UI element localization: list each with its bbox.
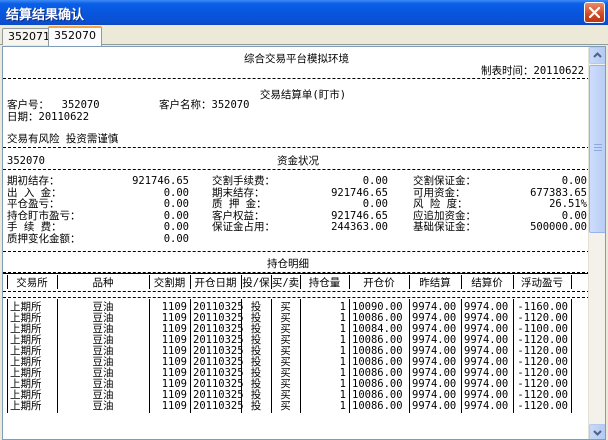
column-separator bbox=[57, 299, 58, 413]
risk-note: 交易有风险 投资需谨慎 bbox=[7, 133, 119, 145]
window-titlebar: 结算结果确认 bbox=[0, 0, 608, 25]
account-id: 352070 bbox=[7, 155, 45, 167]
column-separator bbox=[241, 275, 242, 289]
column-header: 持仓量 bbox=[308, 277, 341, 289]
table-cell: 投 bbox=[250, 400, 262, 412]
column-separator bbox=[7, 275, 8, 289]
account-label: 客户号： 352070 bbox=[7, 99, 100, 111]
column-header: 浮动盈亏 bbox=[521, 277, 563, 289]
funds-label: 交割手续费： bbox=[212, 175, 275, 187]
funds-label: 基础保证金： bbox=[413, 221, 476, 233]
column-separator bbox=[190, 299, 191, 413]
divider bbox=[3, 297, 590, 298]
column-header: 品种 bbox=[92, 277, 114, 289]
column-separator bbox=[571, 275, 572, 289]
funds-label: 平仓盈亏： bbox=[7, 198, 60, 210]
column-separator bbox=[349, 275, 350, 289]
column-separator bbox=[7, 299, 8, 413]
table-cell: 1109 bbox=[161, 400, 187, 412]
funds-label: 期初结存： bbox=[7, 175, 60, 187]
funds-label: 质押变化金额： bbox=[7, 233, 81, 245]
scroll-up-button[interactable] bbox=[589, 47, 605, 64]
close-icon bbox=[589, 7, 600, 18]
scroll-thumb[interactable] bbox=[589, 65, 605, 233]
funds-label: 风 险 度： bbox=[413, 198, 468, 210]
table-cell: 9974.00 bbox=[464, 400, 509, 412]
funds-value: 0.00 bbox=[163, 198, 189, 210]
made-time: 制表时间：20110622 bbox=[481, 65, 585, 77]
column-separator bbox=[349, 299, 350, 413]
funds-label: 交割保证金： bbox=[413, 175, 476, 187]
funds-title: 资金状况 bbox=[277, 155, 319, 167]
grip-line bbox=[594, 147, 602, 148]
tab-352070[interactable]: 352070 bbox=[48, 26, 102, 46]
column-header: 结算价 bbox=[471, 277, 503, 289]
column-separator bbox=[57, 275, 58, 289]
scroll-down-button[interactable] bbox=[589, 424, 605, 439]
column-separator bbox=[513, 299, 514, 413]
settlement-report: 综合交易平台模拟环境 制表时间：20110622 交易结算单(盯市) 客户号： … bbox=[3, 47, 590, 439]
column-separator bbox=[300, 299, 301, 413]
grip-line bbox=[594, 150, 602, 151]
column-separator bbox=[409, 299, 410, 413]
customer-name: 客户名称：352070 bbox=[159, 99, 250, 111]
column-separator bbox=[513, 275, 514, 289]
funds-label: 质 押 金： bbox=[212, 198, 267, 210]
funds-value: 0.00 bbox=[362, 198, 388, 210]
column-separator bbox=[461, 275, 462, 289]
column-header: 投/保 bbox=[242, 277, 270, 289]
table-cell: 买 bbox=[280, 400, 291, 412]
table-cell: 9974.00 bbox=[412, 400, 457, 412]
funds-value: 921746.65 bbox=[132, 175, 189, 187]
funds-value: 0.00 bbox=[362, 175, 388, 187]
funds-value: 244363.00 bbox=[331, 221, 388, 233]
column-header: 昨结算 bbox=[419, 277, 451, 289]
divider bbox=[3, 169, 590, 170]
column-separator bbox=[149, 299, 150, 413]
column-separator bbox=[149, 275, 150, 289]
column-header: 开仓日期 bbox=[194, 277, 237, 289]
table-cell: 上期所 bbox=[10, 400, 42, 412]
table-cell: -1120.00 bbox=[517, 400, 568, 412]
report-panel: 综合交易平台模拟环境 制表时间：20110622 交易结算单(盯市) 客户号： … bbox=[2, 46, 606, 440]
table-cell: 10086.00 bbox=[352, 400, 403, 412]
column-separator bbox=[271, 299, 272, 413]
funds-value: 26.51% bbox=[549, 198, 587, 210]
column-separator bbox=[571, 299, 572, 413]
grip-line bbox=[594, 144, 602, 145]
chevron-down-icon bbox=[593, 430, 602, 436]
report-date: 日期：20110622 bbox=[7, 111, 90, 123]
window-title: 结算结果确认 bbox=[6, 8, 85, 23]
column-header: 交易所 bbox=[16, 277, 48, 289]
column-separator bbox=[409, 275, 410, 289]
column-header: 开仓价 bbox=[363, 277, 395, 289]
divider bbox=[3, 78, 590, 79]
column-separator bbox=[241, 299, 242, 413]
divider bbox=[3, 147, 590, 148]
funds-value: 500000.00 bbox=[530, 221, 587, 233]
column-separator bbox=[271, 275, 272, 289]
tab-strip: 352071 352070 bbox=[0, 25, 608, 46]
vertical-scrollbar[interactable] bbox=[588, 47, 605, 439]
close-button[interactable] bbox=[584, 2, 605, 23]
funds-label: 手 续 费： bbox=[7, 221, 62, 233]
divider bbox=[3, 291, 590, 292]
chevron-up-icon bbox=[593, 52, 602, 58]
column-header: 买/卖 bbox=[271, 277, 300, 289]
funds-label: 保证金占用： bbox=[212, 221, 275, 233]
funds-value: 0.00 bbox=[163, 221, 189, 233]
table-cell: 20110325 bbox=[193, 400, 244, 412]
divider bbox=[3, 273, 590, 274]
table-cell: 豆油 bbox=[92, 400, 114, 412]
column-separator bbox=[300, 275, 301, 289]
column-separator bbox=[461, 299, 462, 413]
funds-value: 0.00 bbox=[561, 175, 587, 187]
column-header: 交割期 bbox=[153, 277, 186, 289]
column-separator bbox=[190, 275, 191, 289]
positions-title: 持仓明细 bbox=[267, 258, 309, 270]
env-title: 综合交易平台模拟环境 bbox=[244, 53, 349, 65]
funds-value: 0.00 bbox=[163, 233, 189, 245]
table-cell: 1 bbox=[339, 400, 346, 412]
divider bbox=[3, 251, 590, 252]
